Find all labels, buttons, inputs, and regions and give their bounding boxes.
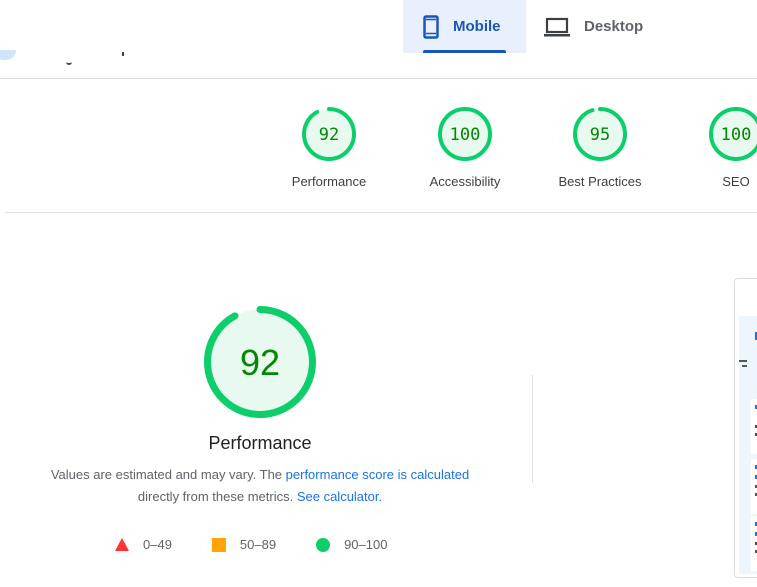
thumbnail-card — [751, 516, 757, 571]
page-screenshot-thumbnail[interactable] — [734, 278, 757, 578]
gauge-label: Accessibility — [429, 174, 501, 189]
thumbnail-glyph — [739, 360, 747, 362]
description-text: Values are estimated and may vary. The — [50, 467, 286, 482]
legend-item-average: 50–89 — [211, 537, 277, 552]
tab-mobile-label: Mobile — [453, 18, 501, 35]
section-divider — [5, 212, 757, 213]
thumbnail-card — [751, 459, 757, 514]
gauge-ring-icon: 100 — [438, 107, 492, 161]
performance-gauge: 92 — [204, 306, 316, 418]
tab-mobile[interactable]: Mobile — [403, 0, 526, 53]
legend-label: 0–49 — [143, 537, 172, 552]
description-text: directly from these metrics. — [137, 489, 297, 504]
legend-item-fail: 0–49 — [115, 537, 172, 552]
active-tab-indicator — [423, 50, 506, 53]
gauge-score: 92 — [319, 125, 339, 145]
laptop-icon — [544, 17, 570, 37]
top-header: Mobile Desktop — [0, 0, 757, 79]
tab-desktop[interactable]: Desktop — [526, 0, 663, 53]
gauge-label: Best Practices — [558, 174, 642, 189]
score-legend: 0–49 50–89 90–100 — [115, 537, 427, 552]
gauge-ring-icon: 100 — [709, 107, 757, 161]
title-glyph-fragment — [66, 62, 72, 65]
performance-section: 92 Performance Values are estimated and … — [20, 305, 500, 508]
gauge-performance[interactable]: 92 Performance — [274, 106, 384, 189]
performance-title: Performance — [208, 433, 312, 453]
gauge-score: 92 — [240, 342, 280, 383]
gauge-label: Performance — [291, 174, 367, 189]
gauge-score: 100 — [721, 125, 752, 145]
gauge-label: SEO — [722, 174, 750, 189]
average-square-icon — [211, 537, 226, 552]
gauge-ring-icon: 92 — [302, 107, 356, 161]
gauge-seo[interactable]: 100 SEO — [681, 106, 757, 189]
thumbnail-glyph — [742, 365, 747, 367]
legend-label: 90–100 — [344, 537, 388, 552]
gauge-score: 95 — [590, 125, 610, 145]
pass-circle-icon — [316, 537, 331, 552]
gauge-score: 100 — [450, 125, 481, 145]
legend-item-pass: 90–100 — [316, 537, 387, 552]
gauge-ring-icon: 95 — [573, 107, 627, 161]
app-logo-icon — [0, 50, 16, 60]
device-tabs: Mobile Desktop — [403, 0, 663, 53]
fail-triangle-icon — [115, 538, 129, 551]
vertical-divider — [532, 375, 533, 483]
score-calculated-link[interactable]: performance score is calculated — [286, 467, 470, 482]
gauge-accessibility[interactable]: 100 Accessibility — [410, 106, 520, 189]
smartphone-icon — [423, 14, 439, 39]
legend-label: 50–89 — [239, 537, 277, 552]
thumbnail-content — [739, 316, 757, 574]
performance-description: Values are estimated and may vary. The p… — [20, 464, 500, 508]
see-calculator-link[interactable]: See calculator. — [297, 489, 382, 504]
tab-desktop-label: Desktop — [584, 18, 644, 35]
category-summary: 92 Performance 100 Accessibility 95 Best… — [0, 80, 757, 213]
gauge-best-practices[interactable]: 95 Best Practices — [545, 106, 655, 189]
title-glyph-fragment — [122, 52, 124, 56]
thumbnail-card — [751, 399, 757, 454]
app-title-fragment — [66, 52, 124, 68]
